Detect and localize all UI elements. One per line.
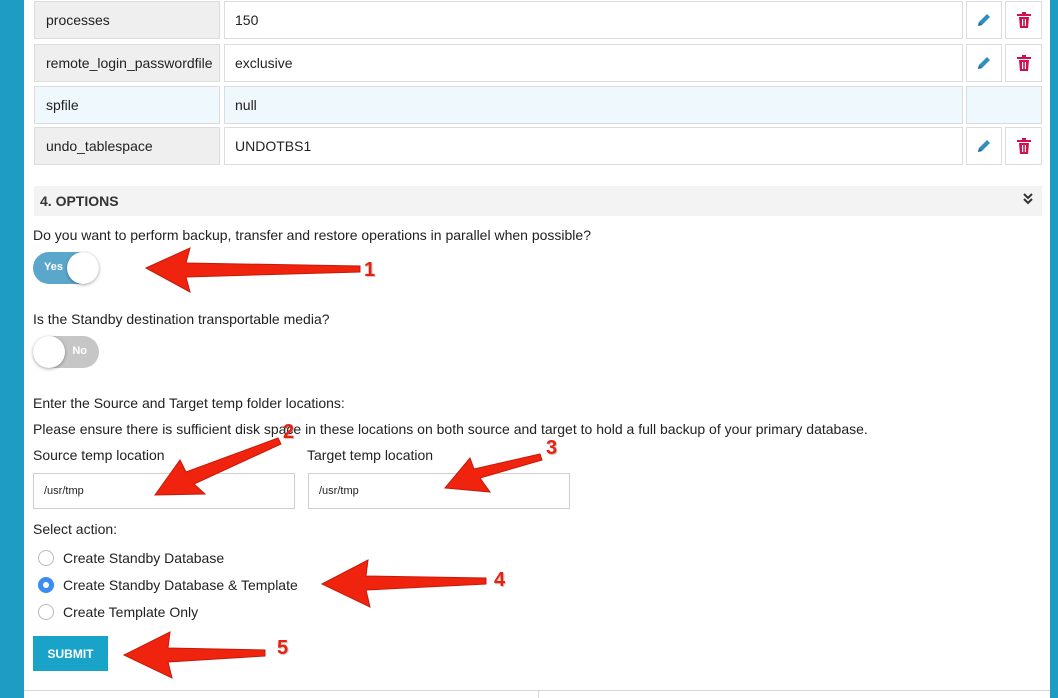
annotation-arrows xyxy=(122,247,543,679)
annotation-3: 3 xyxy=(546,437,558,459)
annotation-1: 1 xyxy=(364,259,376,281)
arrow-2 xyxy=(154,437,282,496)
annotation-5: 5 xyxy=(277,637,289,659)
arrow-3 xyxy=(444,453,543,493)
arrow-1 xyxy=(144,247,361,293)
annotation-4: 4 xyxy=(494,569,506,591)
annotation-2: 2 xyxy=(283,421,295,443)
arrow-4 xyxy=(320,559,487,608)
arrow-5 xyxy=(122,631,266,679)
